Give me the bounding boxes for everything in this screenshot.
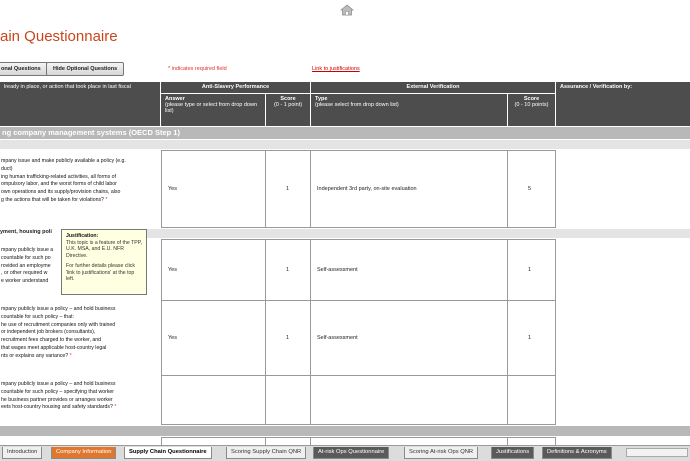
type-value: Independent 3rd party, on-site evaluatio… <box>317 186 417 192</box>
required-field-note: * indicates required field <box>168 66 227 72</box>
tab-company-information[interactable]: Company Information <box>51 447 117 459</box>
anti-slavery-header: Anti-Slavery Performance <box>161 82 310 93</box>
sheet-tabs-bar: Introduction Company Information Supply … <box>0 445 690 461</box>
answer-value: Yes <box>168 335 177 341</box>
type-header-hint: (please select from drop down list) <box>315 102 399 108</box>
answer-value: Yes <box>168 186 177 192</box>
score-cell[interactable] <box>265 437 311 445</box>
type-cell[interactable] <box>310 437 508 445</box>
section-spacer <box>0 140 690 149</box>
score2-cell[interactable] <box>507 239 556 301</box>
subsection-band <box>147 229 690 238</box>
score-value: 1 <box>286 335 290 341</box>
score-value: 1 <box>286 267 290 273</box>
page-title: ain Questionnaire <box>0 28 118 45</box>
tooltip-body: This topic is a feature of the TPP, U.K.… <box>66 239 142 259</box>
type-value: Self-assessment <box>317 267 358 273</box>
score2-header: Score (0 - 10 points) <box>508 94 555 126</box>
answer-cell[interactable] <box>161 437 266 445</box>
horizontal-scrollbar[interactable] <box>626 448 688 457</box>
score-header: Score (0 - 1 point) <box>266 94 310 126</box>
score2-cell[interactable] <box>507 437 556 445</box>
tooltip-body-2: For further details please click 'link t… <box>66 263 135 282</box>
tab-introduction[interactable]: Introduction <box>2 447 43 459</box>
score-cell[interactable] <box>265 375 311 425</box>
assurance-header: Assurance / Verification by: <box>556 82 690 126</box>
type-cell[interactable] <box>310 375 508 425</box>
question-header: lready in place, or action that took pla… <box>0 82 160 126</box>
tab-scoring-supply-chain-qnr[interactable]: Scoring Supply Chain QNR <box>226 447 307 459</box>
score2-value: 1 <box>528 335 532 341</box>
score2-cell[interactable] <box>507 150 556 228</box>
question-header-text: lready in place, or action that took pla… <box>4 84 131 90</box>
type-header: Type (please select from drop down list) <box>311 94 507 126</box>
type-value: Self-assessment <box>317 335 358 341</box>
tab-at-risk-ops-questionnaire[interactable]: At-risk Ops Questionnaire <box>313 447 390 459</box>
justifications-link[interactable]: Link to justifications <box>312 66 360 72</box>
score-header-hint: (0 - 1 point) <box>273 102 303 108</box>
section-band-bottom <box>0 426 690 436</box>
tab-scoring-at-risk-ops-qnr[interactable]: Scoring At-risk Ops QNR <box>404 447 479 459</box>
score2-cell[interactable] <box>507 375 556 425</box>
external-verification-header: External Verification <box>311 82 555 93</box>
question-text: mpany publicly issue a policy – and hold… <box>1 381 117 411</box>
score-value: 1 <box>286 186 290 192</box>
answer-header-hint: (please type or select from drop down li… <box>165 102 258 114</box>
question-4: mpany publicly issue a policy – and hold… <box>1 381 116 411</box>
answer-cell[interactable] <box>161 375 266 425</box>
score2-value: 1 <box>528 267 532 273</box>
house-icon[interactable] <box>340 4 354 16</box>
score2-header-hint: (0 - 10 points) <box>514 102 549 108</box>
hide-optional-questions-button[interactable]: Hide Optional Questions <box>46 62 125 76</box>
score2-value: 5 <box>528 186 532 192</box>
answer-header: Answer (please type or select from drop … <box>161 94 265 126</box>
tab-definitions-acronyms[interactable]: Definitions & Acronyms <box>542 447 612 459</box>
question-2: mpany publicly issue a countable for suc… <box>1 247 54 285</box>
question-text: mpany issue and make publicly available … <box>1 158 126 203</box>
question-3: mpany publicly issue a policy – and hold… <box>1 306 116 359</box>
tab-justifications[interactable]: Justifications <box>491 447 535 459</box>
tab-supply-chain-questionnaire[interactable]: Supply Chain Questionnaire <box>124 447 212 459</box>
justification-tooltip: Justification: This topic is a feature o… <box>61 229 147 295</box>
score2-cell[interactable] <box>507 300 556 376</box>
question-text: mpany publicly issue a policy – and hold… <box>1 306 116 359</box>
section-header: ng company management systems (OECD Step… <box>0 127 690 139</box>
show-optional-questions-button[interactable]: onal Questions <box>0 62 48 76</box>
answer-value: Yes <box>168 267 177 273</box>
